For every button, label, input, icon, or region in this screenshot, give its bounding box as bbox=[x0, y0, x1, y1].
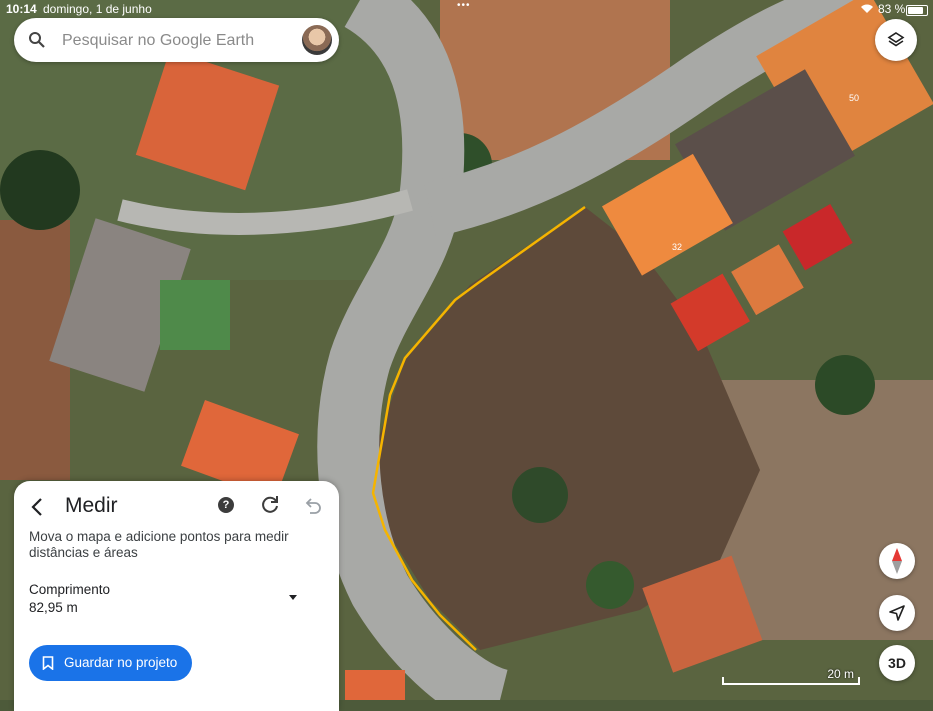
3d-label: 3D bbox=[888, 655, 906, 671]
3d-toggle-button[interactable]: 3D bbox=[879, 645, 915, 681]
battery-icon bbox=[906, 5, 928, 16]
save-button-label: Guardar no projeto bbox=[64, 655, 178, 670]
garden bbox=[160, 280, 230, 350]
layers-button[interactable] bbox=[875, 19, 917, 61]
undo-icon[interactable] bbox=[303, 495, 323, 515]
length-label: Comprimento bbox=[29, 582, 111, 597]
length-value: 82,95 m bbox=[29, 600, 78, 615]
my-location-button[interactable] bbox=[879, 595, 915, 631]
help-icon[interactable]: ? bbox=[218, 497, 234, 513]
panel-title: Medir bbox=[65, 494, 118, 517]
unit-dropdown-icon[interactable] bbox=[286, 592, 300, 602]
battery-percentage: 83 % bbox=[878, 2, 906, 16]
search-icon bbox=[29, 32, 45, 48]
status-time: 10:14 bbox=[6, 2, 37, 16]
bookmark-icon bbox=[42, 656, 54, 670]
house-number: 32 bbox=[672, 242, 682, 252]
multitask-dots-icon[interactable]: ••• bbox=[457, 0, 471, 11]
search-bar[interactable] bbox=[14, 18, 339, 62]
scale-line bbox=[722, 677, 860, 685]
account-avatar[interactable] bbox=[302, 25, 332, 55]
measure-instructions: Mova o mapa e adicione pontos para medir… bbox=[29, 529, 289, 560]
house-roof bbox=[345, 670, 405, 700]
navigation-arrow-icon bbox=[889, 605, 905, 621]
tree bbox=[0, 150, 80, 230]
tree bbox=[512, 467, 568, 523]
tree bbox=[815, 355, 875, 415]
layers-icon bbox=[887, 32, 905, 47]
redo-icon[interactable] bbox=[259, 494, 281, 516]
wifi-icon bbox=[861, 4, 873, 13]
house-number: 50 bbox=[849, 93, 859, 103]
measure-panel: Medir ? Mova o mapa e adicione pontos pa… bbox=[14, 481, 339, 711]
search-input[interactable] bbox=[60, 28, 294, 54]
back-arrow-icon[interactable] bbox=[26, 495, 50, 519]
tree bbox=[586, 561, 634, 609]
scale-bar: 20 m bbox=[722, 667, 860, 687]
save-to-project-button[interactable]: Guardar no projeto bbox=[29, 645, 192, 681]
status-date: domingo, 1 de junho bbox=[43, 2, 152, 16]
compass-button[interactable] bbox=[879, 543, 915, 579]
status-bar: 10:14 domingo, 1 de junho ••• 83 % bbox=[0, 0, 933, 18]
compass-icon bbox=[892, 548, 902, 574]
